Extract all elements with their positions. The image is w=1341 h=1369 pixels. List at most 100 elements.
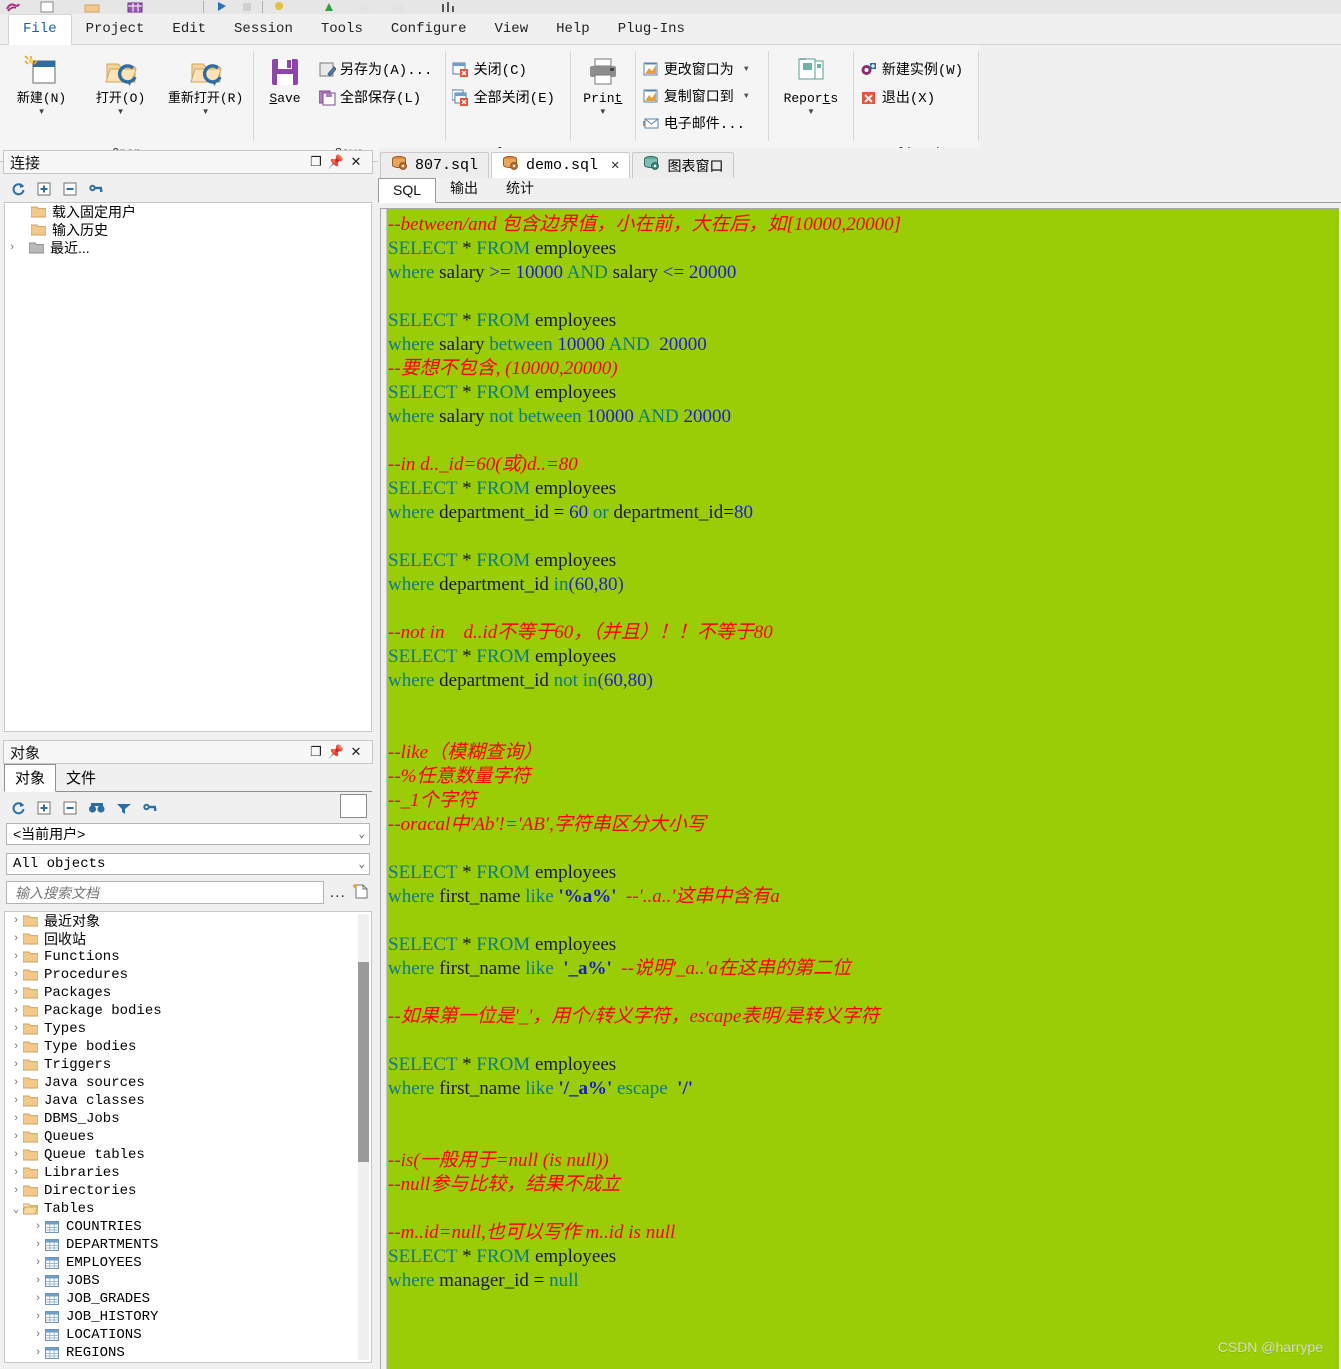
tree-item-[interactable]: › 最近对象 xyxy=(5,912,371,930)
tree-expander[interactable]: › xyxy=(31,1257,45,1269)
object-filter-select[interactable]: All objects ⌄ xyxy=(6,853,370,875)
tree-expander[interactable]: › xyxy=(9,1113,23,1125)
tree-expander[interactable]: › xyxy=(9,987,23,999)
new-button[interactable]: 新建(N) ▼ xyxy=(2,49,81,116)
search-input-wrapper[interactable] xyxy=(6,881,324,904)
menu-tab-plugins[interactable]: Plug-Ins xyxy=(604,15,699,44)
tree-expander[interactable]: › xyxy=(9,1023,23,1035)
stop-icon[interactable] xyxy=(240,0,254,13)
expand-all-icon[interactable] xyxy=(36,181,52,197)
folder-icon[interactable] xyxy=(84,0,100,13)
tree-item-jobs[interactable]: › JOBS xyxy=(5,1272,371,1290)
tree-expander[interactable]: › xyxy=(9,1059,23,1071)
tree-expander[interactable]: › xyxy=(9,1167,23,1179)
reports-button[interactable]: Reports ▼ xyxy=(771,49,851,116)
document-tab-bar[interactable]: 807.sql demo.sql ✕ 图表窗口 xyxy=(378,148,1341,178)
chevron-down-icon[interactable]: ▼ xyxy=(744,92,749,101)
refresh-icon[interactable] xyxy=(10,181,26,197)
tree-expander[interactable]: ⌄ xyxy=(9,1202,23,1216)
menu-tab-configure[interactable]: Configure xyxy=(377,15,481,44)
tree-item-functions[interactable]: › Functions xyxy=(5,948,371,966)
maximize-icon[interactable]: ❐ xyxy=(306,154,326,170)
tree-expander[interactable]: › xyxy=(31,1347,45,1359)
tree-item-job-history[interactable]: › JOB_HISTORY xyxy=(5,1308,371,1326)
menu-tab-bar[interactable]: File Project Edit Session Tools Configur… xyxy=(0,14,1341,45)
tree-expander[interactable]: › xyxy=(31,1329,45,1341)
document-tab-chart-window[interactable]: 图表窗口 xyxy=(632,152,735,178)
lightbulb-icon[interactable] xyxy=(272,0,286,13)
tree-item-libraries[interactable]: › Libraries xyxy=(5,1164,371,1182)
tree-item-packages[interactable]: › Packages xyxy=(5,984,371,1002)
tree-expander[interactable]: › xyxy=(9,1095,23,1107)
chevron-down-icon[interactable]: ▼ xyxy=(38,108,46,116)
pinwheel-icon[interactable] xyxy=(6,0,21,13)
tree-expander[interactable]: › xyxy=(9,1041,23,1053)
subtab-output[interactable]: 输出 xyxy=(436,175,492,202)
reopen-button[interactable]: 重新打开(R) ▼ xyxy=(160,49,251,116)
tree-expander[interactable]: › xyxy=(9,1077,23,1089)
close-icon[interactable]: ✕ xyxy=(346,154,366,170)
print-button[interactable]: Print ▼ xyxy=(573,49,633,116)
columns-icon[interactable] xyxy=(440,0,454,13)
chevron-down-icon[interactable]: ⌄ xyxy=(358,827,365,841)
key-icon[interactable] xyxy=(142,800,158,816)
chevron-down-icon[interactable]: ▼ xyxy=(202,108,210,116)
refresh-icon[interactable] xyxy=(10,800,26,816)
menu-tab-project[interactable]: Project xyxy=(72,15,159,44)
objects-tree-scroll-thumb[interactable] xyxy=(358,962,369,1162)
tree-item-recent[interactable]: › 最近... xyxy=(5,239,371,257)
circle-icon-1[interactable] xyxy=(356,0,371,13)
add-connection-icon[interactable] xyxy=(88,181,104,197)
chevron-down-icon[interactable]: ▼ xyxy=(744,65,749,74)
email-button[interactable]: 电子邮件... xyxy=(638,111,753,135)
explain-plan-icon[interactable] xyxy=(322,0,336,13)
expand-all-icon[interactable] xyxy=(36,800,52,816)
tree-item-employees[interactable]: › EMPLOYEES xyxy=(5,1254,371,1272)
save-button[interactable]: Save xyxy=(256,49,314,107)
exit-button[interactable]: 退出(X) xyxy=(856,85,967,109)
tree-item-queue-tables[interactable]: › Queue tables xyxy=(5,1146,371,1164)
tree-item-type-bodies[interactable]: › Type bodies xyxy=(5,1038,371,1056)
more-options-button[interactable]: ... xyxy=(330,884,346,902)
tree-item-departments[interactable]: › DEPARTMENTS xyxy=(5,1236,371,1254)
subtab-sql[interactable]: SQL xyxy=(378,178,437,203)
user-select[interactable]: <当前用户> ⌄ xyxy=(6,823,370,845)
sql-code[interactable]: --between/and 包含边界值，小在前，大在后，如[10000,2000… xyxy=(388,213,1339,1369)
tree-expander[interactable]: › xyxy=(9,1149,23,1161)
save-all-button[interactable]: 全部保存(L) xyxy=(314,85,436,109)
tree-expander[interactable]: › xyxy=(9,915,23,927)
tree-expander[interactable]: › xyxy=(9,969,23,981)
open-button[interactable]: 打开(O) ▼ xyxy=(81,49,160,116)
pin-icon[interactable]: 📌 xyxy=(326,154,346,170)
menu-tab-tools[interactable]: Tools xyxy=(307,15,377,44)
tree-item-countries[interactable]: › COUNTRIES xyxy=(5,1218,371,1236)
tree-expander[interactable]: › xyxy=(31,1239,45,1251)
menu-tab-file[interactable]: File xyxy=(8,14,72,45)
new-document-icon[interactable] xyxy=(352,883,370,903)
pin-icon[interactable]: 📌 xyxy=(326,744,346,760)
new-instance-button[interactable]: 新建实例(W) xyxy=(856,57,967,81)
save-as-button[interactable]: 另存为(A)... xyxy=(314,57,436,81)
connections-tree[interactable]: 载入固定用户 输入历史 › 最近... xyxy=(4,202,372,732)
close-icon[interactable]: ✕ xyxy=(346,744,366,760)
chevron-down-icon[interactable]: ▼ xyxy=(599,108,607,116)
chevron-down-icon[interactable]: ▼ xyxy=(117,108,125,116)
run-icon[interactable] xyxy=(215,0,229,13)
chevron-down-icon[interactable]: ▼ xyxy=(807,108,815,116)
tree-item-dbms-jobs[interactable]: › DBMS_Jobs xyxy=(5,1110,371,1128)
find-icon[interactable] xyxy=(88,800,106,816)
tree-item-regions[interactable]: › REGIONS xyxy=(5,1344,371,1362)
tree-expander[interactable]: › xyxy=(9,1185,23,1197)
sql-editor[interactable]: --between/and 包含边界值，小在前，大在后，如[10000,2000… xyxy=(380,208,1339,1369)
tree-expander[interactable]: › xyxy=(31,1293,45,1305)
objects-tree-scrollbar[interactable] xyxy=(358,914,369,1360)
change-window-to-button[interactable]: 更改窗口为 ▼ xyxy=(638,57,753,81)
tree-expander[interactable]: › xyxy=(9,1005,23,1017)
tree-item-queues[interactable]: › Queues xyxy=(5,1128,371,1146)
collapse-all-icon[interactable] xyxy=(62,181,78,197)
circle-icon-2[interactable] xyxy=(390,0,405,13)
tree-item-input-history[interactable]: 输入历史 xyxy=(5,221,371,239)
tab-files[interactable]: 文件 xyxy=(56,765,106,791)
tree-item-types[interactable]: › Types xyxy=(5,1020,371,1038)
window-icon[interactable] xyxy=(40,0,54,13)
